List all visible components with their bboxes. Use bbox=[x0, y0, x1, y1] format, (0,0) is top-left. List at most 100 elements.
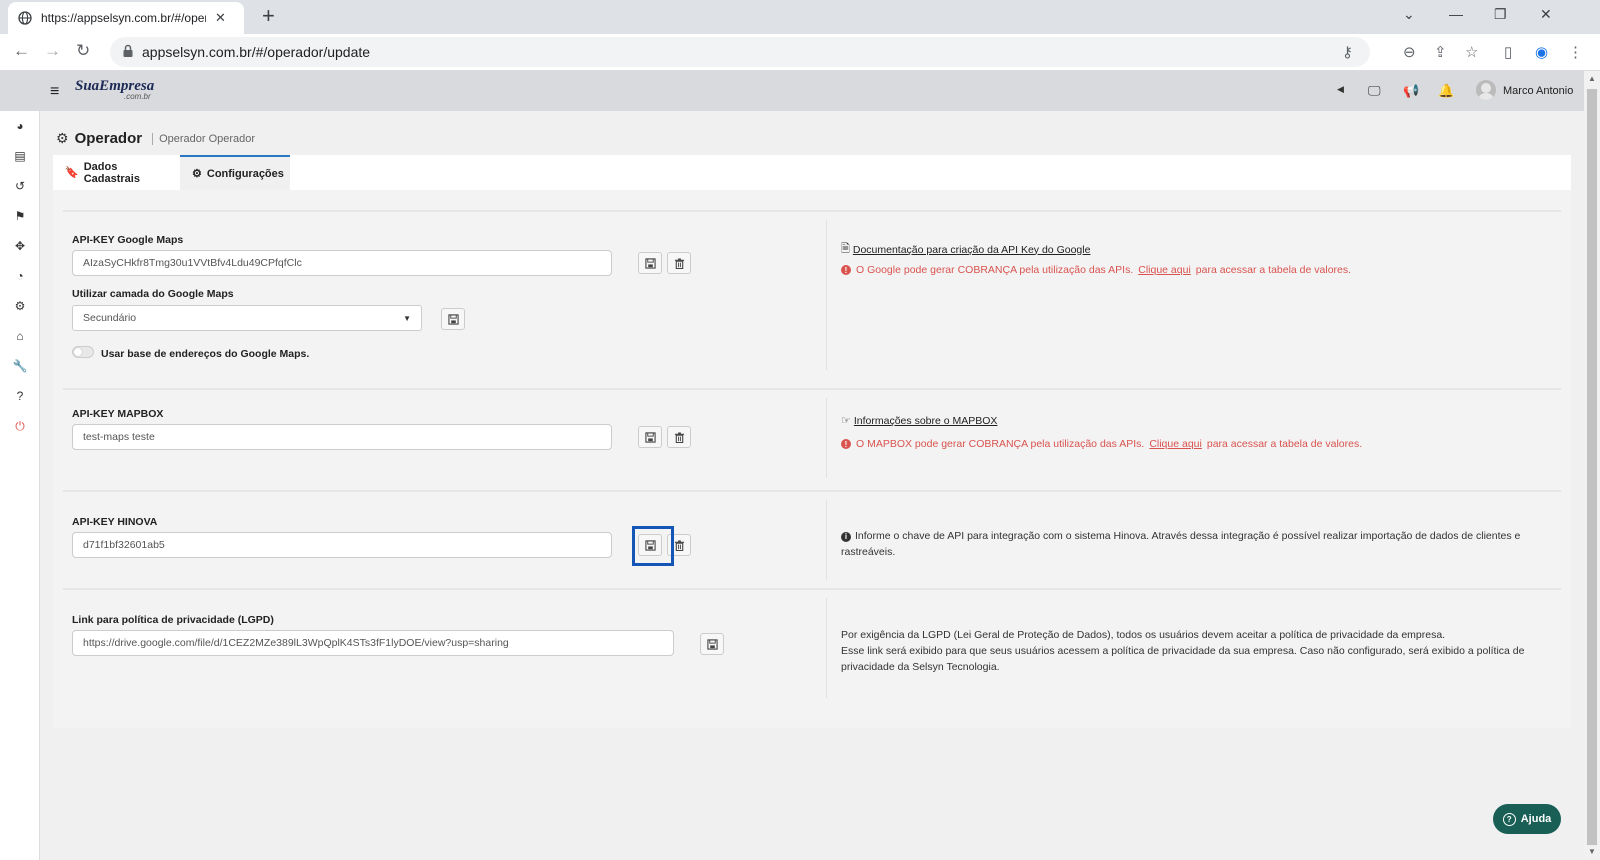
document-icon: 🗎 bbox=[841, 243, 850, 255]
mapbox-billing-warning: ! O MAPBOX pode gerar COBRANÇA pela util… bbox=[841, 438, 1362, 450]
announcement-icon[interactable]: ⚑ bbox=[12, 209, 28, 225]
info-circle-icon: i bbox=[841, 532, 851, 542]
monitor-icon[interactable]: 🖵 bbox=[1368, 83, 1381, 99]
mapbox-api-key-input[interactable] bbox=[72, 424, 612, 450]
google-api-key-input[interactable] bbox=[72, 250, 612, 276]
google-layer-label: Utilizar camada do Google Maps bbox=[72, 288, 234, 300]
hinova-info: i Informe o chave de API para integração … bbox=[841, 528, 1541, 560]
pie-chart-icon[interactable]: ◔ bbox=[12, 269, 28, 285]
history-icon[interactable]: ↺ bbox=[12, 179, 28, 195]
delete-google-key-button[interactable] bbox=[667, 252, 691, 274]
google-layer-select[interactable]: Secundário ▼ bbox=[72, 305, 422, 331]
bookmark-star-icon[interactable]: ☆ bbox=[1465, 43, 1478, 61]
scroll-up-icon[interactable]: ▲ bbox=[1588, 74, 1596, 83]
user-name[interactable]: Marco Antonio bbox=[1503, 85, 1573, 97]
mapbox-pricing-link[interactable]: Clique aqui bbox=[1149, 438, 1202, 450]
browser-tab-title: https://appselsyn.com.br/#/oper bbox=[41, 11, 206, 25]
browser-toolbar: ← → ↻ appselsyn.com.br/#/operador/update… bbox=[0, 34, 1600, 71]
lgpd-info: Por exigência da LGPD (Lei Geral de Prot… bbox=[841, 627, 1541, 675]
crosshair-icon[interactable]: ✥ bbox=[12, 239, 28, 255]
close-tab-icon[interactable]: ✕ bbox=[215, 10, 226, 26]
save-icon bbox=[706, 638, 718, 650]
hinova-api-key-input[interactable] bbox=[72, 532, 612, 558]
google-doc-row: 🗎 Documentação para criação da API Key d… bbox=[841, 240, 1090, 259]
key-icon[interactable]: ⚷ bbox=[1342, 43, 1353, 61]
warning-text: O MAPBOX pode gerar COBRANÇA pela utiliz… bbox=[856, 438, 1145, 450]
avatar[interactable] bbox=[1476, 80, 1496, 100]
app-header: ≡ SuaEmpresa .com.br ◀ 🖵 📢 🔔 Marco Anton… bbox=[0, 71, 1584, 111]
save-lgpd-button[interactable] bbox=[700, 633, 724, 655]
settings-tabs: 🔖 Dados Cadastrais ⚙ Configurações bbox=[53, 155, 1571, 190]
section-divider bbox=[63, 210, 1561, 212]
scroll-down-icon[interactable]: ▼ bbox=[1588, 847, 1596, 856]
map-icon[interactable]: ▤ bbox=[12, 149, 28, 165]
settings-content: API-KEY Google Maps Utilizar camada do G… bbox=[53, 190, 1571, 728]
help-circle-icon[interactable]: ? bbox=[12, 389, 28, 405]
reload-icon[interactable]: ↻ bbox=[76, 41, 90, 61]
tab-configuracoes[interactable]: ⚙ Configurações bbox=[180, 155, 290, 190]
side-panel-icon[interactable]: ▯ bbox=[1504, 43, 1512, 61]
dashboard-icon[interactable]: ◕ bbox=[12, 119, 28, 135]
google-address-toggle[interactable] bbox=[72, 346, 94, 358]
gear-icon: ⚙ bbox=[56, 130, 69, 146]
save-icon bbox=[644, 257, 656, 269]
restore-icon[interactable]: ❐ bbox=[1494, 6, 1507, 23]
page-subtitle: Operador Operador bbox=[152, 132, 255, 145]
extension-icon[interactable]: ◉ bbox=[1535, 43, 1548, 61]
google-doc-link[interactable]: Documentação para criação da API Key do … bbox=[853, 244, 1091, 256]
help-button[interactable]: ? Ajuda bbox=[1493, 804, 1561, 834]
wrench-icon[interactable]: 🔧 bbox=[12, 359, 28, 375]
page-heading: ⚙ Operador Operador Operador bbox=[56, 130, 255, 147]
zoom-icon[interactable]: ⊖ bbox=[1403, 43, 1416, 61]
google-address-toggle-label: Usar base de endereços do Google Maps. bbox=[101, 348, 310, 360]
bell-icon[interactable]: 🔔 bbox=[1438, 83, 1454, 99]
warning-text: O Google pode gerar COBRANÇA pela utiliz… bbox=[856, 264, 1134, 276]
settings-cogs-icon[interactable]: ⚙ bbox=[12, 299, 28, 315]
lgpd-link-input[interactable] bbox=[72, 630, 674, 656]
bank-icon[interactable]: ⌂ bbox=[12, 329, 28, 345]
tab-search-icon[interactable]: ⌄ bbox=[1403, 6, 1415, 23]
new-tab-icon[interactable]: + bbox=[262, 5, 275, 27]
save-button-highlight bbox=[632, 526, 674, 566]
share-icon[interactable]: ⇪ bbox=[1434, 43, 1447, 61]
minimize-icon[interactable]: — bbox=[1449, 6, 1463, 22]
caret-down-icon: ▼ bbox=[403, 313, 411, 323]
save-google-layer-button[interactable] bbox=[441, 308, 465, 330]
save-mapbox-key-button[interactable] bbox=[638, 426, 662, 448]
address-bar[interactable]: appselsyn.com.br/#/operador/update ⚷ bbox=[110, 37, 1370, 67]
globe-icon bbox=[18, 11, 32, 25]
tab-dados-cadastrais[interactable]: 🔖 Dados Cadastrais bbox=[53, 155, 177, 190]
page-scrollbar[interactable]: ▲ ▼ bbox=[1584, 71, 1600, 860]
google-api-key-label: API-KEY Google Maps bbox=[72, 234, 184, 246]
url-text: appselsyn.com.br/#/operador/update bbox=[142, 44, 371, 60]
trash-icon bbox=[674, 539, 684, 551]
scrollbar-thumb[interactable] bbox=[1587, 89, 1597, 845]
save-icon bbox=[644, 431, 656, 443]
exclamation-circle-icon: ! bbox=[841, 265, 851, 275]
section-divider bbox=[63, 588, 1561, 590]
collapse-left-icon[interactable]: ◀ bbox=[1337, 84, 1344, 95]
browser-tab[interactable]: https://appselsyn.com.br/#/oper ✕ bbox=[8, 2, 244, 34]
close-window-icon[interactable]: ✕ bbox=[1540, 6, 1552, 23]
mapbox-info-link[interactable]: Informações sobre o MAPBOX bbox=[854, 415, 998, 427]
hinova-api-key-label: API-KEY HINOVA bbox=[72, 516, 158, 528]
exclamation-circle-icon: ! bbox=[841, 439, 851, 449]
google-pricing-link[interactable]: Clique aqui bbox=[1138, 264, 1191, 276]
browser-menu-icon[interactable]: ⋮ bbox=[1568, 43, 1583, 61]
company-logo-suffix: .com.br bbox=[124, 92, 151, 101]
save-icon bbox=[447, 313, 459, 325]
lgpd-label: Link para política de privacidade (LGPD) bbox=[72, 614, 274, 626]
megaphone-icon[interactable]: 📢 bbox=[1403, 83, 1419, 99]
forward-icon[interactable]: → bbox=[44, 41, 61, 61]
column-separator bbox=[826, 500, 827, 580]
save-google-key-button[interactable] bbox=[638, 252, 662, 274]
back-icon[interactable]: ← bbox=[13, 41, 30, 61]
hinova-info-text: Informe o chave de API para integração c… bbox=[841, 530, 1521, 558]
lgpd-info-line1: Por exigência da LGPD (Lei Geral de Prot… bbox=[841, 629, 1446, 641]
lock-icon bbox=[123, 44, 133, 57]
power-icon[interactable]: ⏻ bbox=[12, 419, 28, 435]
tab-label: Configurações bbox=[206, 167, 284, 180]
page-title: Operador bbox=[74, 130, 143, 147]
hamburger-menu-icon[interactable]: ≡ bbox=[50, 83, 59, 101]
delete-mapbox-key-button[interactable] bbox=[667, 426, 691, 448]
